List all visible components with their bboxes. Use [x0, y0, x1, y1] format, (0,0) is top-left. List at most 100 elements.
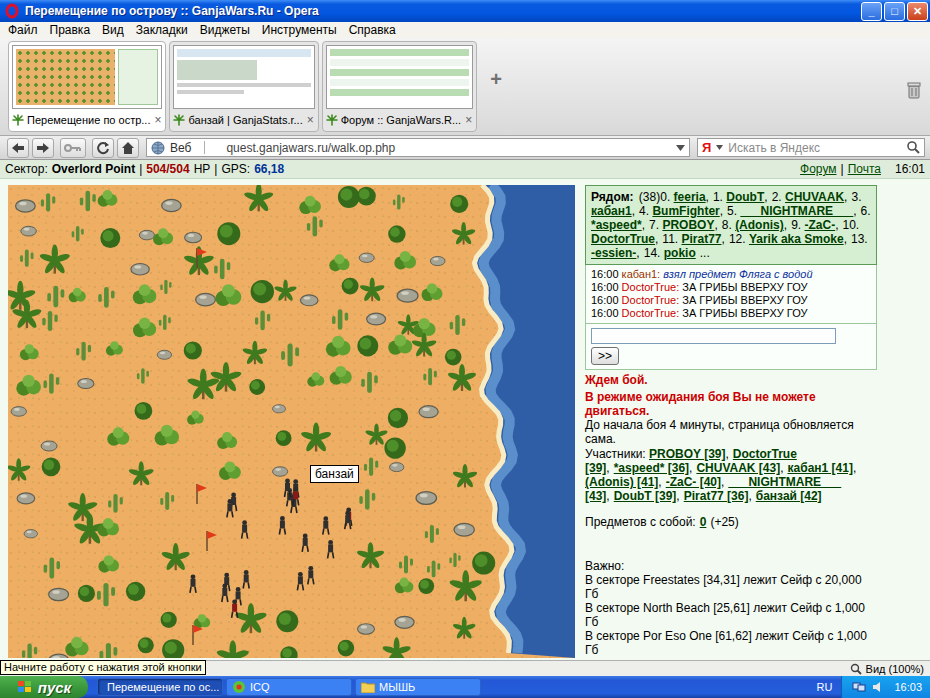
player-link[interactable]: -essien-: [591, 246, 636, 260]
player-figure[interactable]: [302, 534, 308, 552]
volume-icon[interactable]: [872, 681, 884, 693]
player-link[interactable]: PROBOY: [662, 218, 714, 232]
dropdown-arrow-icon[interactable]: [716, 145, 723, 150]
taskbar-button[interactable]: МЫШЬ: [355, 678, 481, 696]
player-link[interactable]: Yarik aka Smoke: [749, 232, 844, 246]
plant: [126, 582, 145, 601]
island-map[interactable]: [8, 185, 575, 658]
trash-icon[interactable]: [906, 81, 922, 99]
participant-link[interactable]: -ZaC- [40]: [666, 475, 721, 489]
player-link[interactable]: -ZaC-: [804, 218, 835, 232]
taskbar-button[interactable]: Перемещение по ос...: [97, 678, 223, 696]
player-figure[interactable]: [285, 479, 291, 497]
field-divider: [204, 141, 205, 154]
search-field[interactable]: Я Искать в Яндекс: [697, 138, 925, 157]
plant: [430, 256, 445, 265]
plant: [183, 246, 215, 276]
player-figure[interactable]: [345, 511, 351, 529]
start-button[interactable]: пуск: [0, 676, 88, 698]
language-indicator[interactable]: RU: [817, 681, 833, 693]
player-link[interactable]: CHUVAAK: [785, 190, 844, 204]
participant-link[interactable]: DoubT [39]: [614, 489, 677, 503]
menu-item[interactable]: Инструменты: [256, 23, 343, 37]
player-number: 14.: [644, 246, 661, 260]
menu-item[interactable]: Закладки: [130, 23, 194, 37]
maximize-button[interactable]: □: [884, 2, 905, 21]
search-engine-logo[interactable]: Я: [702, 140, 711, 155]
magnifier-icon[interactable]: [907, 141, 920, 154]
participant-link[interactable]: (Adonis) [41]: [585, 475, 658, 489]
player-figure[interactable]: [297, 572, 303, 590]
tab-close-button[interactable]: ×: [306, 113, 315, 127]
tab[interactable]: Форум :: GanjaWars.R... ×: [322, 41, 477, 132]
chat-author[interactable]: DoctorTrue:: [622, 281, 680, 293]
plant: [452, 464, 478, 489]
items-count[interactable]: 0: [700, 515, 707, 529]
player-figure[interactable]: [346, 508, 352, 526]
more-players[interactable]: ...: [700, 246, 710, 260]
new-tab-button[interactable]: +: [490, 68, 502, 91]
player-figure[interactable]: [323, 516, 329, 534]
player-figure[interactable]: [279, 516, 285, 534]
chat-author[interactable]: кабан1:: [622, 268, 661, 280]
header-link[interactable]: Форум: [800, 162, 836, 176]
network-icon[interactable]: [852, 681, 866, 693]
player-link[interactable]: Pirat77: [682, 232, 722, 246]
close-button[interactable]: ✕: [907, 2, 928, 21]
reload-button[interactable]: [92, 138, 114, 158]
zoom-level[interactable]: Вид (100%): [866, 663, 924, 675]
player-figure[interactable]: [190, 574, 196, 592]
participant-link[interactable]: PROBOY [39]: [649, 447, 725, 461]
player-figure[interactable]: [243, 570, 249, 588]
back-button[interactable]: [7, 138, 29, 158]
wand-button[interactable]: [60, 138, 86, 158]
player-link[interactable]: DoctorTrue: [591, 232, 655, 246]
tab-close-button[interactable]: ×: [153, 113, 162, 127]
chat-author[interactable]: DoctorTrue:: [622, 294, 680, 306]
participant-link[interactable]: *aspeed* [36]: [614, 461, 689, 475]
chat-input[interactable]: [591, 328, 836, 344]
tab-close-button[interactable]: ×: [464, 113, 473, 127]
player-link[interactable]: *aspeed*: [591, 218, 642, 232]
tab[interactable]: банзай | GanjaStats.r... ×: [169, 41, 318, 132]
player-figure[interactable]: [328, 540, 334, 558]
menu-item[interactable]: Виджеты: [194, 23, 256, 37]
forward-button[interactable]: [32, 138, 54, 158]
player-figure[interactable]: [242, 520, 248, 538]
player-marker[interactable]: банзай: [310, 465, 359, 483]
menu-item[interactable]: Справка: [343, 23, 402, 37]
menu-item[interactable]: Правка: [44, 23, 97, 37]
player-link[interactable]: DoubT: [726, 190, 764, 204]
menu-item[interactable]: Файл: [2, 23, 44, 37]
player-link[interactable]: pokio: [664, 246, 696, 260]
dropdown-arrow-icon[interactable]: [676, 145, 685, 151]
plant: [22, 644, 37, 658]
participant-link[interactable]: CHUVAAK [43]: [696, 461, 780, 475]
player-figure[interactable]: [232, 599, 238, 617]
tab[interactable]: Перемещение по остр... ×: [8, 41, 166, 132]
player-link[interactable]: feeria: [674, 190, 706, 204]
plant: [98, 555, 119, 573]
plant: [217, 432, 237, 449]
player-link[interactable]: ___NIGHTMARE___: [740, 204, 853, 218]
home-button[interactable]: [117, 138, 139, 158]
send-button[interactable]: >>: [591, 347, 619, 365]
taskbar-button[interactable]: ICQ: [226, 678, 352, 696]
chat-author[interactable]: DoctorTrue:: [622, 307, 680, 319]
gps-value: 66,18: [254, 162, 284, 176]
title-bar[interactable]: Перемещение по острову :: GanjaWars.Ru -…: [0, 0, 930, 22]
participant-link[interactable]: Pirat77 [36]: [684, 489, 749, 503]
player-figure[interactable]: [227, 499, 233, 517]
player-link[interactable]: BumFighter: [652, 204, 719, 218]
player-link[interactable]: (Adonis): [735, 218, 784, 232]
player-figure[interactable]: [308, 566, 314, 584]
participant-link[interactable]: банзай [42]: [756, 489, 822, 503]
player-figure[interactable]: [293, 487, 299, 505]
player-figure[interactable]: [222, 584, 228, 602]
player-link[interactable]: кабан1: [591, 204, 632, 218]
minimize-button[interactable]: _: [861, 2, 882, 21]
participant-link[interactable]: кабан1 [41]: [788, 461, 853, 475]
menu-item[interactable]: Вид: [96, 23, 130, 37]
header-link[interactable]: Почта: [848, 162, 881, 176]
address-field[interactable]: Веб quest.ganjawars.ru/walk.op.php: [146, 138, 690, 157]
